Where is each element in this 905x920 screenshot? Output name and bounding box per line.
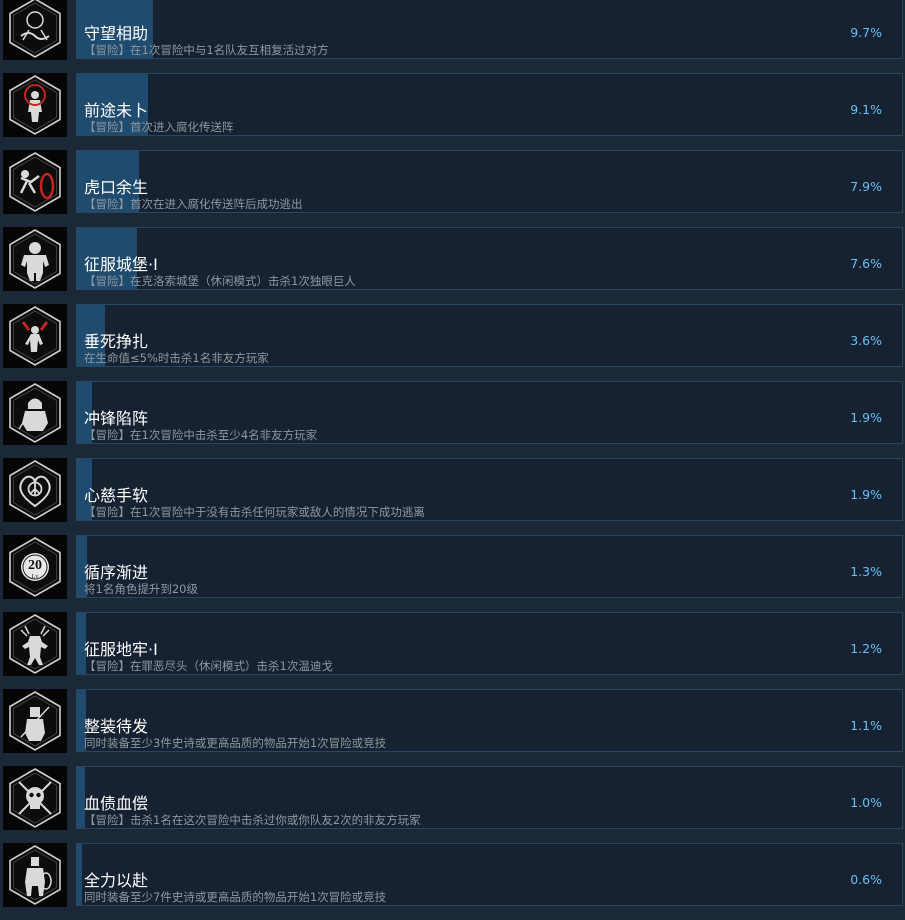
achievement-title: 心慈手软	[84, 486, 149, 505]
armored-knight-icon	[3, 689, 67, 753]
achievement-title: 血债血偿	[84, 794, 149, 813]
svg-text:Lv: Lv	[32, 574, 39, 580]
achievement-title: 征服城堡·I	[84, 255, 158, 274]
achievement-title: 守望相助	[84, 24, 149, 43]
unlock-percentage: 9.1%	[850, 102, 882, 117]
cyclops-icon	[3, 227, 67, 291]
achievement-card: 守望相助 【冒险】在1次冒险中与1名队友互相复活过对方 9.7%	[76, 0, 903, 59]
achievement-title: 虎口余生	[84, 178, 149, 197]
wendigo-icon	[3, 612, 67, 676]
achievement-description: 【冒险】在1次冒险中于没有击杀任何玩家或敌人的情况下成功逃离	[84, 505, 425, 519]
achievement-card: 虎口余生 【冒险】首次在进入腐化传送阵后成功逃出 7.9%	[76, 150, 903, 213]
achievement-card: 血债血偿 【冒险】击杀1名在这次冒险中击杀过你或你队友2次的非友方玩家 1.0%	[76, 766, 903, 829]
achievement-title: 循序渐进	[84, 563, 149, 582]
dying-fighter-icon	[3, 304, 67, 368]
achievement-card: 前途未卜 【冒险】首次进入腐化传送阵 9.1%	[76, 73, 903, 136]
unlock-percentage: 3.6%	[850, 333, 882, 348]
achievement-description: 【冒险】在罪恶尽头（休闲模式）击杀1次温迪戈	[84, 659, 333, 673]
achievement-description: 【冒险】击杀1名在这次冒险中击杀过你或你队友2次的非友方玩家	[84, 813, 421, 827]
level-badge-icon: 20 Lv	[3, 535, 67, 599]
achievement-card: 冲锋陷阵 【冒险】在1次冒险中击杀至少4名非友方玩家 1.9%	[76, 381, 903, 444]
achievement-description: 同时装备至少3件史诗或更高品质的物品开始1次冒险或竞技	[84, 736, 387, 750]
achievement-description: 在生命值≤5%时击杀1名非友方玩家	[84, 351, 269, 365]
achievement-row[interactable]: 血债血偿 【冒险】击杀1名在这次冒险中击杀过你或你队友2次的非友方玩家 1.0%	[0, 766, 905, 843]
skull-crossed-swords-icon	[3, 766, 67, 830]
svg-text:20: 20	[28, 558, 42, 573]
achievement-row[interactable]: 心慈手软 【冒险】在1次冒险中于没有击杀任何玩家或敌人的情况下成功逃离 1.9%	[0, 458, 905, 535]
achievement-row[interactable]: 虎口余生 【冒险】首次在进入腐化传送阵后成功逃出 7.9%	[0, 150, 905, 227]
hooded-warrior-icon	[3, 381, 67, 445]
unlock-percentage: 1.0%	[850, 795, 882, 810]
unlock-percentage: 1.2%	[850, 641, 882, 656]
peace-heart-icon	[3, 458, 67, 522]
unlock-percentage: 7.6%	[850, 256, 882, 271]
achievement-title: 征服地牢·I	[84, 640, 158, 659]
achievement-row[interactable]: 冲锋陷阵 【冒险】在1次冒险中击杀至少4名非友方玩家 1.9%	[0, 381, 905, 458]
unlock-percentage: 1.3%	[850, 564, 882, 579]
achievement-row[interactable]: 守望相助 【冒险】在1次冒险中与1名队友互相复活过对方 9.7%	[0, 0, 905, 73]
escape-portal-icon	[3, 150, 67, 214]
achievement-row[interactable]: 全力以赴 同时装备至少7件史诗或更高品质的物品开始1次冒险或竞技 0.6%	[0, 843, 905, 920]
achievement-description: 【冒险】在1次冒险中击杀至少4名非友方玩家	[84, 428, 318, 442]
achievement-title: 垂死挣扎	[84, 332, 149, 351]
unlock-percentage: 7.9%	[850, 179, 882, 194]
achievement-card: 垂死挣扎 在生命值≤5%时击杀1名非友方玩家 3.6%	[76, 304, 903, 367]
achievement-list: 守望相助 【冒险】在1次冒险中与1名队友互相复活过对方 9.7% 前途未卜 【冒险】首次…	[0, 0, 905, 920]
achievement-title: 前途未卜	[84, 101, 149, 120]
achievement-description: 【冒险】在克洛索城堡（休闲模式）击杀1次独眼巨人	[84, 274, 356, 288]
achievement-card: 征服城堡·I 【冒险】在克洛索城堡（休闲模式）击杀1次独眼巨人 7.6%	[76, 227, 903, 290]
unlock-percentage: 1.9%	[850, 487, 882, 502]
achievement-card: 心慈手软 【冒险】在1次冒险中于没有击杀任何玩家或敌人的情况下成功逃离 1.9%	[76, 458, 903, 521]
achievement-title: 全力以赴	[84, 871, 149, 890]
unlock-percentage: 9.7%	[850, 25, 882, 40]
achievement-description: 【冒险】首次进入腐化传送阵	[84, 120, 234, 134]
achievement-description: 同时装备至少7件史诗或更高品质的物品开始1次冒险或竞技	[84, 890, 387, 904]
achievement-card: 循序渐进 将1名角色提升到20级 1.3%	[76, 535, 903, 598]
unlock-percentage: 0.6%	[850, 872, 882, 887]
achievement-row[interactable]: 前途未卜 【冒险】首次进入腐化传送阵 9.1%	[0, 73, 905, 150]
achievement-row[interactable]: 征服城堡·I 【冒险】在克洛索城堡（休闲模式）击杀1次独眼巨人 7.6%	[0, 227, 905, 304]
achievement-row[interactable]: 整装待发 同时装备至少3件史诗或更高品质的物品开始1次冒险或竞技 1.1%	[0, 689, 905, 766]
revive-hands-icon	[3, 0, 67, 60]
achievement-title: 冲锋陷阵	[84, 409, 149, 428]
achievement-title: 整装待发	[84, 717, 149, 736]
achievement-row[interactable]: 征服地牢·I 【冒险】在罪恶尽头（休闲模式）击杀1次温迪戈 1.2%	[0, 612, 905, 689]
unlock-percentage: 1.1%	[850, 718, 882, 733]
achievement-row[interactable]: 垂死挣扎 在生命值≤5%时击杀1名非友方玩家 3.6%	[0, 304, 905, 381]
achievement-card: 整装待发 同时装备至少3件史诗或更高品质的物品开始1次冒险或竞技 1.1%	[76, 689, 903, 752]
achievement-description: 将1名角色提升到20级	[84, 582, 198, 596]
unlock-percentage: 1.9%	[850, 410, 882, 425]
achievement-card: 全力以赴 同时装备至少7件史诗或更高品质的物品开始1次冒险或竞技 0.6%	[76, 843, 903, 906]
achievement-row[interactable]: 20 Lv 循序渐进 将1名角色提升到20级 1.3%	[0, 535, 905, 612]
achievement-description: 【冒险】在1次冒险中与1名队友互相复活过对方	[84, 43, 329, 57]
achievement-card: 征服地牢·I 【冒险】在罪恶尽头（休闲模式）击杀1次温迪戈 1.2%	[76, 612, 903, 675]
full-armor-knight-icon	[3, 843, 67, 907]
achievement-description: 【冒险】首次在进入腐化传送阵后成功逃出	[84, 197, 303, 211]
portal-figure-icon	[3, 73, 67, 137]
progress-fill	[77, 844, 82, 905]
